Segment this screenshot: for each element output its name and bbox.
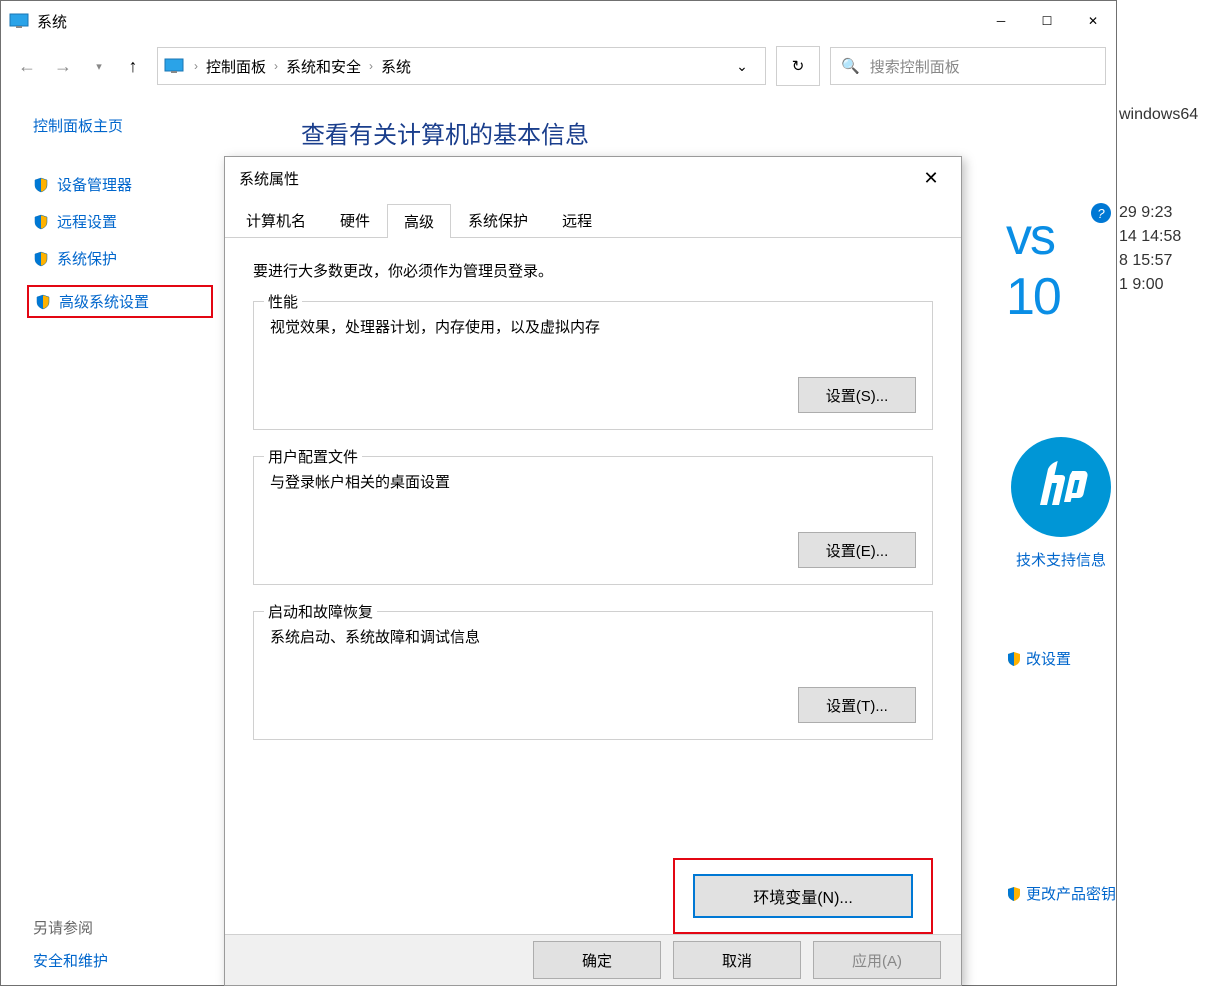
dialog-close-button[interactable]: ✕ <box>915 162 947 194</box>
breadcrumb-item[interactable]: 控制面板 <box>206 56 266 77</box>
highlight-box-advanced: 高级系统设置 <box>27 285 213 318</box>
timestamp: 29 9:23 <box>1119 204 1215 222</box>
search-placeholder: 搜索控制面板 <box>870 56 960 77</box>
tech-support-link[interactable]: 技术支持信息 <box>1006 549 1116 570</box>
environment-variables-button[interactable]: 环境变量(N)... <box>693 874 913 918</box>
breadcrumb-item[interactable]: 系统 <box>381 56 411 77</box>
hp-logo-icon <box>1011 437 1111 537</box>
nav-up-button[interactable]: ↑ <box>119 52 147 80</box>
system-icon <box>9 13 31 29</box>
group-user-profile: 用户配置文件 与登录帐户相关的桌面设置 设置(E)... <box>253 456 933 585</box>
group-startup-recovery: 启动和故障恢复 系统启动、系统故障和调试信息 设置(T)... <box>253 611 933 740</box>
tab-hardware[interactable]: 硬件 <box>323 203 387 237</box>
page-heading: 查看有关计算机的基本信息 <box>301 115 1092 150</box>
sidebar-item-label: 设备管理器 <box>57 174 132 195</box>
breadcrumb-item[interactable]: 系统和安全 <box>286 56 361 77</box>
tab-bar: 计算机名 硬件 高级 系统保护 远程 <box>225 203 961 238</box>
refresh-button[interactable]: ↻ <box>776 46 820 86</box>
link-label: 改设置 <box>1026 648 1071 669</box>
see-also-link[interactable]: 安全和维护 <box>33 950 108 971</box>
nav-recent-dropdown[interactable]: ▾ <box>83 50 115 82</box>
startup-settings-button[interactable]: 设置(T)... <box>798 687 916 723</box>
search-input[interactable]: 🔍 搜索控制面板 <box>830 47 1106 85</box>
system-properties-dialog: 系统属性 ✕ 计算机名 硬件 高级 系统保护 远程 要进行大多数更改，你必须作为… <box>224 156 962 986</box>
group-legend: 用户配置文件 <box>264 446 362 467</box>
sidebar-item-advanced-settings[interactable]: 高级系统设置 <box>35 291 149 312</box>
profile-settings-button[interactable]: 设置(E)... <box>798 532 916 568</box>
highlight-box-env: 环境变量(N)... <box>673 858 933 934</box>
cancel-button[interactable]: 取消 <box>673 941 801 979</box>
shield-icon <box>33 214 49 230</box>
file-name-fragment: windows64 <box>1119 106 1215 124</box>
shield-icon <box>33 177 49 193</box>
address-icon <box>164 58 186 74</box>
timestamp: 1 9:00 <box>1119 276 1215 294</box>
chevron-right-icon: › <box>369 59 373 73</box>
sidebar-item-device-manager[interactable]: 设备管理器 <box>33 174 221 195</box>
dialog-title: 系统属性 <box>239 168 299 189</box>
address-dropdown-button[interactable]: ⌄ <box>725 48 759 84</box>
sidebar-item-remote-settings[interactable]: 远程设置 <box>33 211 221 232</box>
group-legend: 性能 <box>264 291 302 312</box>
chevron-right-icon: › <box>274 59 278 73</box>
ok-button[interactable]: 确定 <box>533 941 661 979</box>
window-title: 系统 <box>37 11 67 32</box>
shield-icon <box>33 251 49 267</box>
timestamp: 14 14:58 <box>1119 228 1215 246</box>
change-settings-link[interactable]: 改设置 <box>1006 648 1116 669</box>
apply-button[interactable]: 应用(A) <box>813 941 941 979</box>
timestamp: 8 15:57 <box>1119 252 1215 270</box>
group-desc: 视觉效果，处理器计划，内存使用，以及虚拟内存 <box>270 316 916 337</box>
window-minimize-button[interactable]: ─ <box>978 1 1024 41</box>
group-performance: 性能 视觉效果，处理器计划，内存使用，以及虚拟内存 设置(S)... <box>253 301 933 430</box>
see-also-label: 另请参阅 <box>33 917 108 938</box>
search-icon: 🔍 <box>841 57 860 75</box>
chevron-right-icon: › <box>194 59 198 73</box>
group-desc: 与登录帐户相关的桌面设置 <box>270 471 916 492</box>
sidebar-item-label: 远程设置 <box>57 211 117 232</box>
nav-forward-button[interactable]: → <box>47 50 79 82</box>
nav-back-button[interactable]: ← <box>11 50 43 82</box>
group-desc: 系统启动、系统故障和调试信息 <box>270 626 916 647</box>
control-panel-home-link[interactable]: 控制面板主页 <box>33 115 221 136</box>
link-label: 更改产品密钥 <box>1026 883 1116 904</box>
windows-10-logo-text: vs 10 <box>1006 207 1116 327</box>
group-legend: 启动和故障恢复 <box>264 601 377 622</box>
performance-settings-button[interactable]: 设置(S)... <box>798 377 916 413</box>
sidebar-item-label: 系统保护 <box>57 248 117 269</box>
sidebar-item-system-protection[interactable]: 系统保护 <box>33 248 221 269</box>
shield-icon <box>1006 651 1022 667</box>
shield-icon <box>35 294 51 310</box>
tab-advanced[interactable]: 高级 <box>387 204 451 238</box>
address-bar[interactable]: › 控制面板 › 系统和安全 › 系统 ⌄ <box>157 47 766 85</box>
window-maximize-button[interactable]: ☐ <box>1024 1 1070 41</box>
dialog-intro-text: 要进行大多数更改，你必须作为管理员登录。 <box>253 260 933 281</box>
tab-remote[interactable]: 远程 <box>545 203 609 237</box>
tab-computer-name[interactable]: 计算机名 <box>229 203 323 237</box>
tab-system-protection[interactable]: 系统保护 <box>451 203 545 237</box>
shield-icon <box>1006 886 1022 902</box>
change-product-key-link[interactable]: 更改产品密钥 <box>1006 883 1116 904</box>
window-close-button[interactable]: ✕ <box>1070 1 1116 41</box>
sidebar-item-label: 高级系统设置 <box>59 291 149 312</box>
